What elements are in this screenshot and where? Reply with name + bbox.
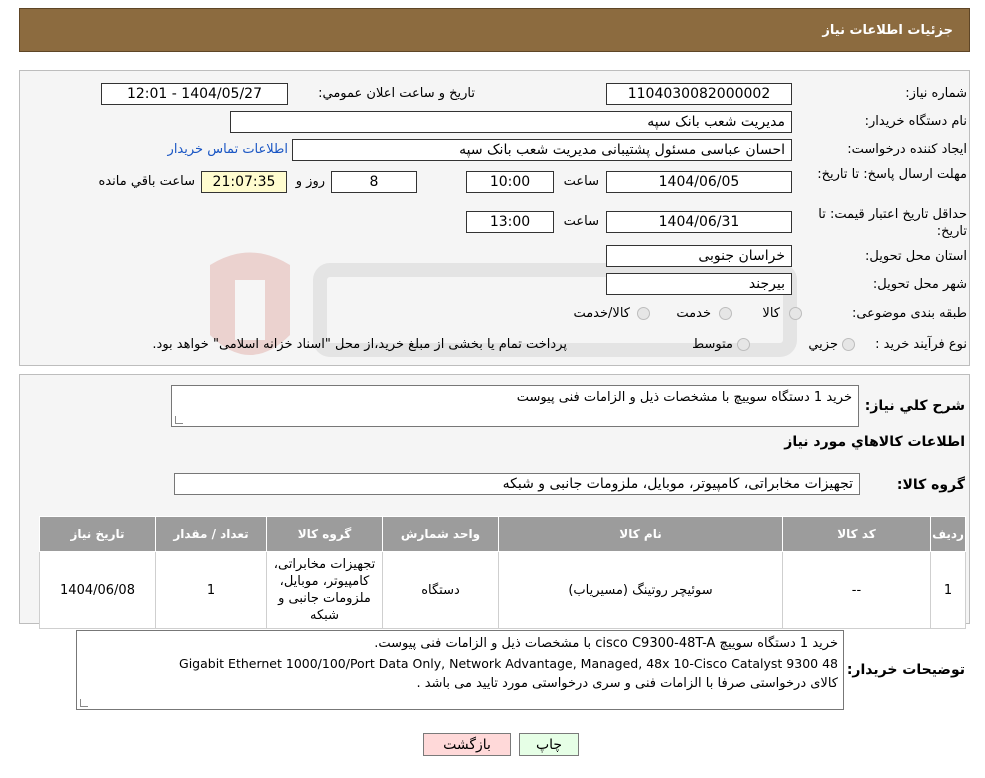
col-unit: واحد شمارش: [382, 516, 499, 552]
buyer-notes-label: توضیحات خریدار:: [846, 662, 965, 678]
description-text: خرید 1 دستگاه سوییچ با مشخصات ذیل و الزا…: [516, 390, 852, 405]
buyer-org-label: نام دستگاه خریدار:: [864, 114, 967, 129]
validity-date-field: 1404/06/31: [606, 211, 792, 233]
cell-code: --: [782, 551, 931, 629]
remaining-time-field: 21:07:35: [201, 171, 287, 193]
category-label: طبقه بندی موضوعی:: [851, 306, 967, 321]
cell-qty: 1: [155, 551, 267, 629]
col-qty: تعداد / مقدار: [155, 516, 267, 552]
need-number-field: 1104030082000002: [606, 83, 792, 105]
process-note: پرداخت تمام یا بخشی از مبلغ خرید،از محل …: [152, 337, 567, 352]
cell-index: 1: [930, 551, 966, 629]
cell-name: سوئیچر روتینگ (مسیریاب): [498, 551, 783, 629]
goods-section-title: اطلاعات کالاهاي مورد نياز: [784, 434, 965, 450]
goods-group-label: گروه کالا:: [896, 477, 965, 493]
validity-time-label: ساعت: [563, 214, 599, 229]
buyer-notes-textarea: خرید 1 دستگاه سوییچ cisco C9300-48T-A با…: [76, 630, 844, 710]
category-option-goods: کالا: [762, 306, 780, 321]
category-radio-service[interactable]: [719, 307, 732, 320]
buyer-notes-line-1: خرید 1 دستگاه سوییچ cisco C9300-48T-A با…: [374, 636, 838, 651]
province-label: استان محل تحویل:: [865, 249, 967, 264]
announce-label: تاریخ و ساعت اعلان عمومي:: [318, 86, 475, 101]
process-option-minor: جزیي: [808, 337, 838, 352]
reply-deadline-label: مهلت ارسال پاسخ: تا تاریخ:: [817, 167, 967, 182]
days-label: روز و: [295, 174, 325, 189]
reply-time-field: 10:00: [466, 171, 554, 193]
need-number-label: شماره نیاز:: [905, 86, 967, 101]
col-name: نام کالا: [498, 516, 783, 552]
cell-unit: دستگاه: [382, 551, 499, 629]
city-label: شهر محل تحویل:: [872, 277, 967, 292]
process-option-medium: متوسط: [692, 337, 733, 352]
description-label: شرح کلي نياز:: [864, 398, 965, 414]
contact-buyer-link[interactable]: اطلاعات تماس خریدار: [168, 142, 288, 157]
category-option-service: خدمت: [676, 306, 711, 321]
print-button[interactable]: چاپ: [519, 733, 579, 756]
process-radio-medium[interactable]: [737, 338, 750, 351]
requester-field: احسان عباسی مسئول پشتیبانی مدیریت شعب با…: [292, 139, 792, 161]
page-title: جزئیات اطلاعات نیاز: [822, 23, 953, 38]
city-field: بیرجند: [606, 273, 792, 295]
items-table-header: رديف کد کالا نام کالا واحد شمارش گروه کا…: [39, 516, 966, 552]
requester-label: ایجاد کننده درخواست:: [847, 142, 967, 157]
buyer-org-field: مدیریت شعب بانک سپه: [230, 111, 792, 133]
cell-group: تجهیزات مخابراتی، کامپیوتر، موبایل، ملزو…: [266, 551, 383, 629]
col-index: رديف: [930, 516, 966, 552]
category-radio-goods[interactable]: [789, 307, 802, 320]
province-field: خراسان جنوبی: [606, 245, 792, 267]
page-header: جزئیات اطلاعات نیاز: [19, 8, 970, 52]
cell-date: 1404/06/08: [39, 551, 156, 629]
table-row: 1 -- سوئیچر روتینگ (مسیریاب) دستگاه تجهی…: [39, 551, 966, 629]
category-option-both: کالا/خدمت: [573, 306, 630, 321]
validity-label: حداقل تاریخ اعتبار قیمت: تا تاریخ:: [818, 207, 967, 239]
reply-date-field: 1404/06/05: [606, 171, 792, 193]
buyer-notes-line-3: کالای درخواستی صرفا با الزامات فنی و سری…: [416, 676, 838, 691]
buyer-notes-line-2: Gigabit Ethernet 1000/100/Port Data Only…: [179, 656, 838, 671]
remaining-label: ساعت باقي مانده: [98, 174, 195, 189]
reply-time-label: ساعت: [563, 174, 599, 189]
back-button[interactable]: بازگشت: [423, 733, 511, 756]
category-radio-both[interactable]: [637, 307, 650, 320]
process-radio-minor[interactable]: [842, 338, 855, 351]
col-code: کد کالا: [782, 516, 931, 552]
process-label: نوع فرآیند خرید :: [875, 337, 967, 352]
resize-handle-icon[interactable]: [80, 699, 88, 707]
announce-field: 1404/05/27 - 12:01: [101, 83, 288, 105]
validity-time-field: 13:00: [466, 211, 554, 233]
col-date: تاريخ نياز: [39, 516, 156, 552]
col-group: گروه کالا: [266, 516, 383, 552]
description-textarea: خرید 1 دستگاه سوییچ با مشخصات ذیل و الزا…: [171, 385, 859, 427]
resize-handle-icon[interactable]: [175, 416, 183, 424]
items-table: رديف کد کالا نام کالا واحد شمارش گروه کا…: [39, 516, 966, 629]
days-field: 8: [331, 171, 417, 193]
goods-group-field: تجهیزات مخابراتی، کامپیوتر، موبایل، ملزو…: [174, 473, 860, 495]
